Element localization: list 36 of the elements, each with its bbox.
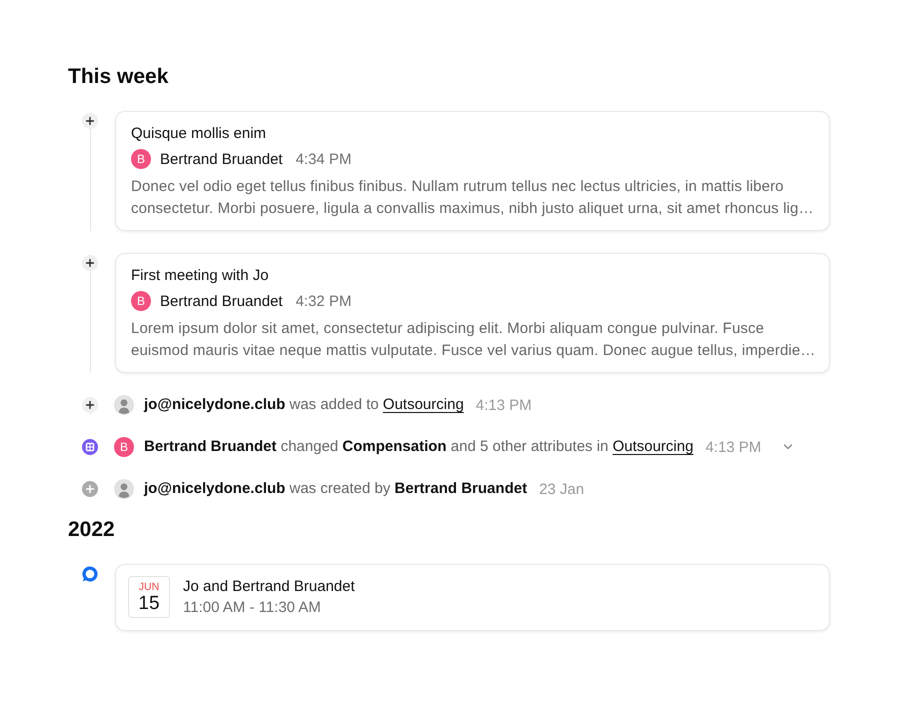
note-card[interactable] — [115, 253, 830, 373]
timestamp: 4:32 PM — [296, 292, 352, 310]
timestamp: 4:13 PM — [705, 438, 762, 456]
note-title: First meeting with Jo — [131, 266, 270, 286]
timestamp: 4:34 PM — [296, 150, 352, 168]
grid-icon[interactable] — [82, 439, 98, 455]
note-preview: Lorem ipsum dolor sit amet, consectetur adipiscing elit. Morbi aliquam congue pulvinar. Fusce euismod mauris vitae neque mattis vulputate. Fusce vel varius quam. Donec augue tellus, imperdie… — [131, 319, 816, 361]
record-link[interactable]: Outsourcing — [612, 438, 694, 455]
avatar: B — [114, 437, 134, 457]
event-card[interactable]: JUN 15 Jo and Bertrand Bruandet 11:00 AM - 11:30 AM — [115, 564, 830, 631]
date-month: JUN — [138, 581, 160, 593]
plus-icon[interactable] — [82, 255, 98, 271]
activity-text: Bertrand Bruandet changed Compensation and 5 other attributes in Outsourcing — [144, 437, 694, 457]
chat-bubble-icon[interactable] — [82, 566, 98, 582]
event-time: 11:00 AM - 11:30 AM — [183, 598, 322, 618]
person-avatar-icon — [114, 395, 134, 415]
timestamp: 23 Jan — [539, 480, 584, 498]
record-link[interactable]: Outsourcing — [382, 396, 464, 413]
timestamp: 4:13 PM — [476, 396, 532, 414]
author-name: Bertrand Bruandet — [160, 150, 283, 168]
section-heading: This week — [68, 64, 170, 90]
avatar: B — [131, 149, 151, 169]
activity-text: jo@nicelydone.club was created by Bertrand Bruandet — [144, 479, 528, 499]
avatar: B — [131, 291, 151, 311]
date-day: 15 — [138, 593, 160, 614]
plus-icon[interactable] — [82, 113, 98, 129]
note-preview: Donec vel odio eget tellus finibus finibus. Nullam rutrum tellus nec lectus ultricies, in mattis libero consectetur. Morbi posuere, ligula a convallis maximus, nibh justo aliquet urna, sit amet rhoncus lig… — [131, 177, 815, 219]
section-heading: 2022 — [68, 517, 116, 543]
person-avatar-icon — [114, 479, 134, 499]
note-card[interactable] — [115, 111, 830, 231]
event-title: Jo and Bertrand Bruandet — [183, 577, 355, 597]
chevron-down-icon[interactable] — [783, 444, 794, 450]
activity-text: jo@nicelydone.club was added to Outsourcing — [144, 395, 464, 415]
note-title: Quisque mollis enim — [131, 124, 268, 144]
author-name: Bertrand Bruandet — [160, 292, 283, 310]
plus-icon[interactable] — [82, 397, 98, 413]
